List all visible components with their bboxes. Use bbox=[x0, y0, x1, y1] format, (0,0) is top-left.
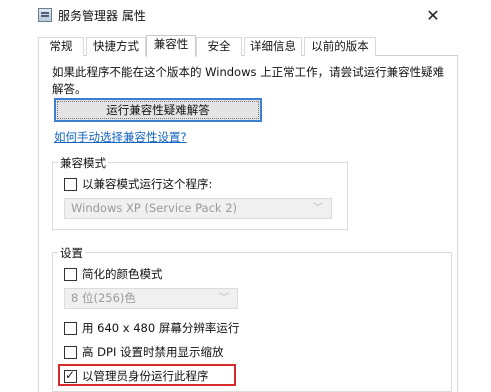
tab-compatibility[interactable]: 兼容性 bbox=[146, 35, 196, 57]
dpi-row[interactable]: 高 DPI 设置时禁用显示缩放 bbox=[64, 344, 224, 360]
run-troubleshooter-button[interactable]: 运行兼容性疑难解答 bbox=[54, 98, 262, 122]
title-bar: 服务管理器 属性 ✕ bbox=[0, 0, 491, 30]
highlight-box bbox=[58, 364, 236, 386]
tab-details[interactable]: 详细信息 bbox=[244, 37, 302, 56]
compat-os-value: Windows XP (Service Pack 2) bbox=[71, 201, 238, 215]
reduced-color-label: 简化的颜色模式 bbox=[82, 267, 163, 281]
manual-settings-link[interactable]: 如何手动选择兼容性设置? bbox=[54, 129, 187, 145]
dpi-checkbox[interactable] bbox=[64, 345, 77, 359]
compat-mode-group bbox=[52, 162, 348, 230]
close-button[interactable]: ✕ bbox=[414, 0, 452, 30]
reduced-color-checkbox[interactable] bbox=[64, 267, 77, 281]
dpi-label: 高 DPI 设置时禁用显示缩放 bbox=[82, 345, 224, 359]
color-depth-value: 8 位(256)色 bbox=[71, 291, 136, 305]
tab-shortcut[interactable]: 快捷方式 bbox=[86, 37, 146, 56]
chevron-down-icon: ﹀ bbox=[313, 203, 323, 214]
compat-mode-label: 以兼容模式运行这个程序: bbox=[82, 177, 213, 191]
settings-title: 设置 bbox=[58, 245, 85, 261]
compat-mode-title: 兼容模式 bbox=[58, 155, 108, 171]
tab-general[interactable]: 常规 bbox=[38, 37, 84, 56]
compat-os-select[interactable]: Windows XP (Service Pack 2) ﹀ bbox=[64, 198, 332, 219]
tab-security[interactable]: 安全 bbox=[196, 37, 242, 56]
window-title: 服务管理器 属性 bbox=[58, 9, 146, 23]
reduced-color-row[interactable]: 简化的颜色模式 bbox=[64, 266, 163, 282]
color-depth-select[interactable]: 8 位(256)色 ﹀ bbox=[64, 288, 238, 309]
chevron-down-icon: ﹀ bbox=[219, 293, 229, 304]
intro-text: 如果此程序不能在这个版本的 Windows 上正常工作，请尝试运行兼容性疑难解答… bbox=[52, 65, 445, 96]
resolution-checkbox[interactable] bbox=[64, 321, 77, 335]
resolution-row[interactable]: 用 640 x 480 屏幕分辨率运行 bbox=[64, 320, 239, 336]
compat-mode-row[interactable]: 以兼容模式运行这个程序: bbox=[64, 176, 212, 192]
resolution-label: 用 640 x 480 屏幕分辨率运行 bbox=[82, 321, 240, 335]
tab-previous-versions[interactable]: 以前的版本 bbox=[304, 37, 376, 56]
app-window-icon bbox=[38, 8, 52, 22]
compat-mode-checkbox[interactable] bbox=[64, 177, 77, 191]
